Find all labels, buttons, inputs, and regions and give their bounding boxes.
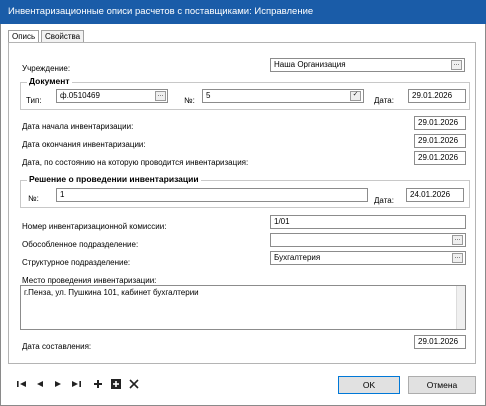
end-date-field[interactable]: 29.01.2026 (414, 134, 466, 148)
compile-date-label: Дата составления: (22, 342, 92, 351)
institution-label: Учреждение: (22, 64, 71, 73)
compile-date-field[interactable]: 29.01.2026 (414, 335, 466, 349)
delete-icon[interactable] (128, 378, 140, 390)
add-copy-icon[interactable] (110, 378, 122, 390)
place-text: г.Пенза, ул. Пушкина 101, кабинет бухгал… (24, 288, 199, 297)
end-date-label: Дата окончания инвентаризации: (22, 140, 146, 149)
window-title: Инвентаризационные описи расчетов с пост… (8, 6, 314, 17)
doc-number-field[interactable]: 5 (202, 89, 364, 103)
doc-date-label: Дата: (374, 96, 394, 105)
decision-number-label: №: (28, 194, 39, 203)
place-scrollbar[interactable] (456, 286, 465, 329)
institution-field[interactable]: Наша Организация (270, 58, 465, 72)
first-record-icon[interactable] (16, 378, 28, 390)
as-of-date-label: Дата, по состоянию на которую проводится… (22, 158, 249, 167)
doc-type-label: Тип: (26, 96, 42, 105)
title-bar: Инвентаризационные описи расчетов с пост… (0, 0, 486, 24)
cancel-button[interactable]: Отмена (408, 376, 476, 394)
structural-division-select-button[interactable]: ... (452, 253, 463, 263)
tab-properties[interactable]: Свойства (41, 30, 85, 42)
check-icon[interactable]: ✓ (350, 91, 361, 101)
institution-select-button[interactable]: ... (451, 60, 462, 70)
start-date-label: Дата начала инвентаризации: (22, 122, 134, 131)
last-record-icon[interactable] (70, 378, 82, 390)
commission-field[interactable]: 1/01 (270, 215, 466, 229)
next-record-icon[interactable] (52, 378, 64, 390)
doc-type-select-button[interactable]: ... (155, 91, 166, 101)
separate-division-select-button[interactable]: ... (452, 235, 463, 245)
start-date-field[interactable]: 29.01.2026 (414, 116, 466, 130)
separate-division-label: Обособленное подразделение: (22, 240, 139, 249)
decision-group-title: Решение о проведении инвентаризации (27, 174, 201, 184)
place-label: Место проведения инвентаризации: (22, 276, 157, 285)
place-textarea[interactable]: г.Пенза, ул. Пушкина 101, кабинет бухгал… (20, 285, 466, 330)
structural-division-field[interactable]: Бухгалтерия (270, 251, 466, 265)
decision-date-label: Дата: (374, 196, 394, 205)
decision-date-field[interactable]: 24.01.2026 (406, 188, 464, 202)
separate-division-field[interactable] (270, 233, 466, 247)
decision-number-field[interactable]: 1 (56, 188, 368, 202)
commission-label: Номер инвентаризационной комиссии: (22, 222, 167, 231)
prev-record-icon[interactable] (34, 378, 46, 390)
structural-division-label: Структурное подразделение: (22, 258, 131, 267)
document-group-title: Документ (27, 76, 72, 86)
as-of-date-field[interactable]: 29.01.2026 (414, 151, 466, 165)
doc-date-field[interactable]: 29.01.2026 (408, 89, 466, 103)
ok-button[interactable]: OK (338, 376, 400, 394)
add-icon[interactable] (92, 378, 104, 390)
doc-type-field[interactable]: ф.0510469 (56, 89, 168, 103)
doc-number-label: №: (184, 96, 195, 105)
